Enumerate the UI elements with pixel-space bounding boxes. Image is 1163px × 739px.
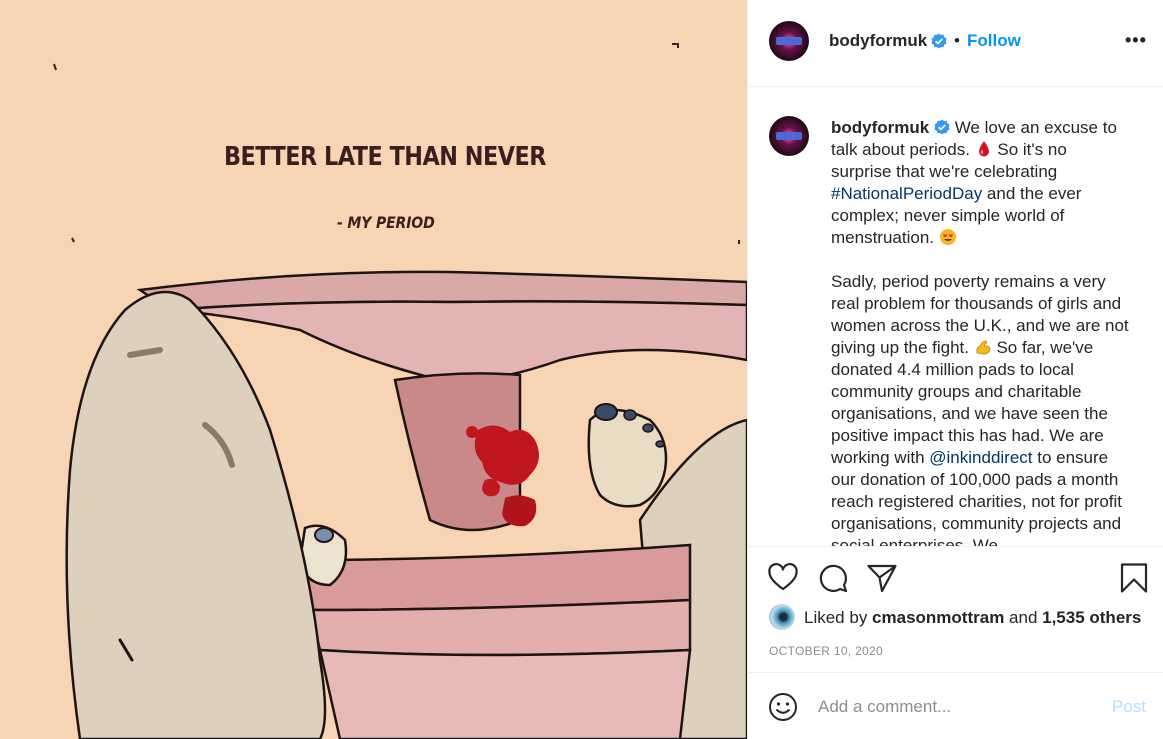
mention-link[interactable]: @inkinddirect bbox=[929, 448, 1032, 467]
likes-prefix: Liked by bbox=[804, 608, 873, 627]
illustration bbox=[53, 43, 747, 739]
caption-avatar[interactable] bbox=[769, 116, 809, 156]
caption-paragraph-2: Sadly, period poverty remains a very rea… bbox=[831, 271, 1131, 546]
post-side-panel: bodyformuk • Follow ••• bodyformuk We lo… bbox=[747, 0, 1163, 739]
verified-badge-icon bbox=[931, 33, 947, 49]
liker-avatar[interactable] bbox=[769, 604, 795, 630]
brand-logo-icon bbox=[776, 37, 802, 45]
blood-drop-emoji-icon bbox=[978, 141, 989, 157]
emoji-smiley-icon[interactable] bbox=[768, 692, 798, 722]
caption-text: bodyformuk We love an excuse to talk abo… bbox=[831, 117, 1131, 546]
post-header: bodyformuk • Follow ••• bbox=[748, 0, 1163, 87]
likes-middle: and bbox=[1004, 608, 1043, 627]
liker-username[interactable]: cmasonmottram bbox=[872, 608, 1004, 627]
image-subline: - MY PERIOD bbox=[337, 213, 435, 232]
separator-dot: • bbox=[954, 31, 960, 50]
likes-count[interactable]: 1,535 others bbox=[1042, 608, 1141, 627]
likes-text: Liked by cmasonmottram and 1,535 others bbox=[804, 608, 1141, 628]
image-headline: BETTER LATE THAN NEVER bbox=[224, 142, 546, 172]
more-options-icon[interactable]: ••• bbox=[1125, 30, 1147, 51]
header-username[interactable]: bodyformuk bbox=[829, 31, 927, 51]
flexed-biceps-emoji-icon bbox=[976, 340, 991, 355]
comment-input[interactable] bbox=[818, 694, 1098, 720]
like-heart-icon[interactable] bbox=[767, 562, 799, 594]
post-comment-button[interactable]: Post bbox=[1112, 697, 1146, 717]
save-bookmark-icon[interactable] bbox=[1118, 562, 1150, 594]
brand-logo-icon bbox=[776, 132, 802, 140]
caption-paragraph-1: bodyformuk We love an excuse to talk abo… bbox=[831, 117, 1131, 249]
hashtag-link[interactable]: #NationalPeriodDay bbox=[831, 184, 982, 203]
post-date[interactable]: OCTOBER 10, 2020 bbox=[769, 644, 883, 658]
caption-username[interactable]: bodyformuk bbox=[831, 118, 929, 137]
comment-icon[interactable] bbox=[817, 562, 849, 594]
post-image[interactable]: BETTER LATE THAN NEVER - MY PERIOD bbox=[0, 0, 747, 739]
caption-area[interactable]: bodyformuk We love an excuse to talk abo… bbox=[748, 88, 1163, 546]
comment-bar: Post bbox=[748, 672, 1163, 739]
follow-button[interactable]: Follow bbox=[967, 31, 1021, 51]
avatar[interactable] bbox=[769, 21, 809, 61]
action-bar bbox=[748, 546, 1163, 596]
heart-eyes-emoji-icon bbox=[939, 229, 956, 245]
verified-badge-icon bbox=[934, 119, 950, 135]
share-icon[interactable] bbox=[866, 562, 898, 594]
